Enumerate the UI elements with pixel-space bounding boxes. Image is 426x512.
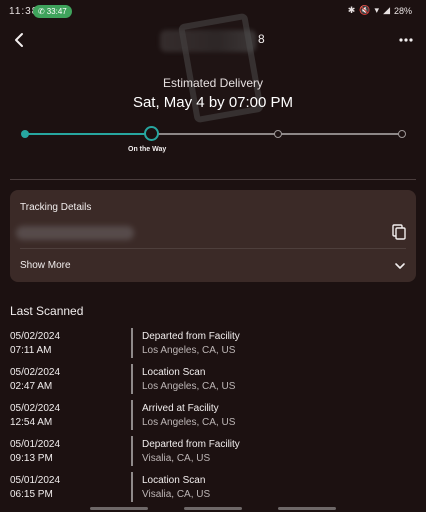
chevron-down-icon — [395, 263, 405, 269]
scan-time: 02:47 AM — [10, 381, 53, 392]
nav-handle-left[interactable] — [90, 507, 148, 510]
tracking-details-card: Tracking Details Show More — [10, 190, 416, 282]
mute-icon: 🔇 — [359, 5, 371, 15]
current-step-label: On the Way — [128, 146, 167, 153]
scan-row: 05/01/2024 06:15 PM Location Scan Visali… — [10, 470, 416, 506]
scan-time: 06:15 PM — [10, 489, 53, 500]
back-arrow-icon — [15, 33, 23, 47]
scan-row: 05/02/2024 07:11 AM Departed from Facili… — [10, 326, 416, 362]
nav-handle-right[interactable] — [278, 507, 336, 510]
progress-step-4 — [398, 130, 406, 138]
call-timer: 33:47 — [46, 7, 67, 16]
scan-date: 05/02/2024 — [10, 367, 61, 378]
scan-separator — [131, 328, 133, 358]
expand-button[interactable] — [392, 258, 408, 274]
tracking-details-title: Tracking Details — [20, 202, 92, 213]
blurred-tracking-number — [16, 226, 134, 240]
scan-separator — [131, 436, 133, 466]
scan-row: 05/01/2024 09:13 PM Departed from Facili… — [10, 434, 416, 470]
more-options-button[interactable] — [394, 28, 418, 52]
scan-date: 05/01/2024 — [10, 439, 61, 450]
battery-level: 28% — [393, 5, 412, 16]
scan-separator — [131, 472, 133, 502]
progress-track-completed — [25, 133, 152, 135]
progress-step-current — [144, 126, 159, 141]
page-title-suffix: 8 — [258, 32, 265, 46]
show-more-link[interactable]: Show More — [20, 260, 71, 271]
copy-icon — [392, 224, 406, 240]
signal-icon: ◢ — [383, 5, 390, 15]
scan-history-list: 05/02/2024 07:11 AM Departed from Facili… — [10, 326, 416, 506]
scan-time: 09:13 PM — [10, 453, 53, 464]
scan-row: 05/02/2024 02:47 AM Location Scan Los An… — [10, 362, 416, 398]
scan-time: 07:11 AM — [10, 345, 52, 356]
scan-status: Arrived at Facility — [142, 403, 219, 414]
progress-step-1 — [21, 130, 29, 138]
last-scanned-title: Last Scanned — [10, 304, 84, 318]
scan-time: 12:54 AM — [10, 417, 53, 428]
system-nav-bar — [0, 506, 426, 512]
delivery-progress: On the Way — [18, 124, 410, 160]
scan-status: Departed from Facility — [142, 439, 240, 450]
scan-status: Location Scan — [142, 475, 206, 486]
scan-location: Visalia, CA, US — [142, 489, 211, 500]
estimated-delivery-date: Sat, May 4 by 07:00 PM — [132, 94, 294, 111]
section-divider — [10, 179, 416, 180]
wifi-icon: ▾ — [374, 5, 380, 15]
scan-status: Departed from Facility — [142, 331, 240, 342]
scan-location: Los Angeles, CA, US — [142, 381, 236, 392]
scan-status: Location Scan — [142, 367, 206, 378]
progress-step-3 — [274, 130, 282, 138]
card-divider — [20, 248, 406, 249]
bluetooth-icon: ✱ — [347, 5, 356, 15]
nav-handle-center[interactable] — [184, 507, 242, 510]
scan-location: Los Angeles, CA, US — [142, 417, 236, 428]
scan-location: Visalia, CA, US — [142, 453, 211, 464]
phone-icon: ✆ — [38, 7, 45, 16]
scan-location: Los Angeles, CA, US — [142, 345, 236, 356]
status-icons: ✱ 🔇 ▾ ◢ 28% — [348, 5, 412, 16]
back-button[interactable] — [8, 28, 32, 52]
more-vert-icon — [399, 38, 413, 42]
scan-separator — [131, 400, 133, 430]
estimated-delivery-label: Estimated Delivery — [162, 76, 264, 90]
call-indicator[interactable]: ✆ 33:47 — [33, 5, 72, 18]
copy-tracking-button[interactable] — [390, 223, 408, 241]
blurred-title — [160, 30, 256, 52]
scan-separator — [131, 364, 133, 394]
scan-date: 05/02/2024 — [10, 331, 61, 342]
top-app-bar: 8 — [0, 12, 426, 124]
scan-date: 05/02/2024 — [10, 403, 61, 414]
scan-row: 05/02/2024 12:54 AM Arrived at Facility … — [10, 398, 416, 434]
scan-date: 05/01/2024 — [10, 475, 61, 486]
